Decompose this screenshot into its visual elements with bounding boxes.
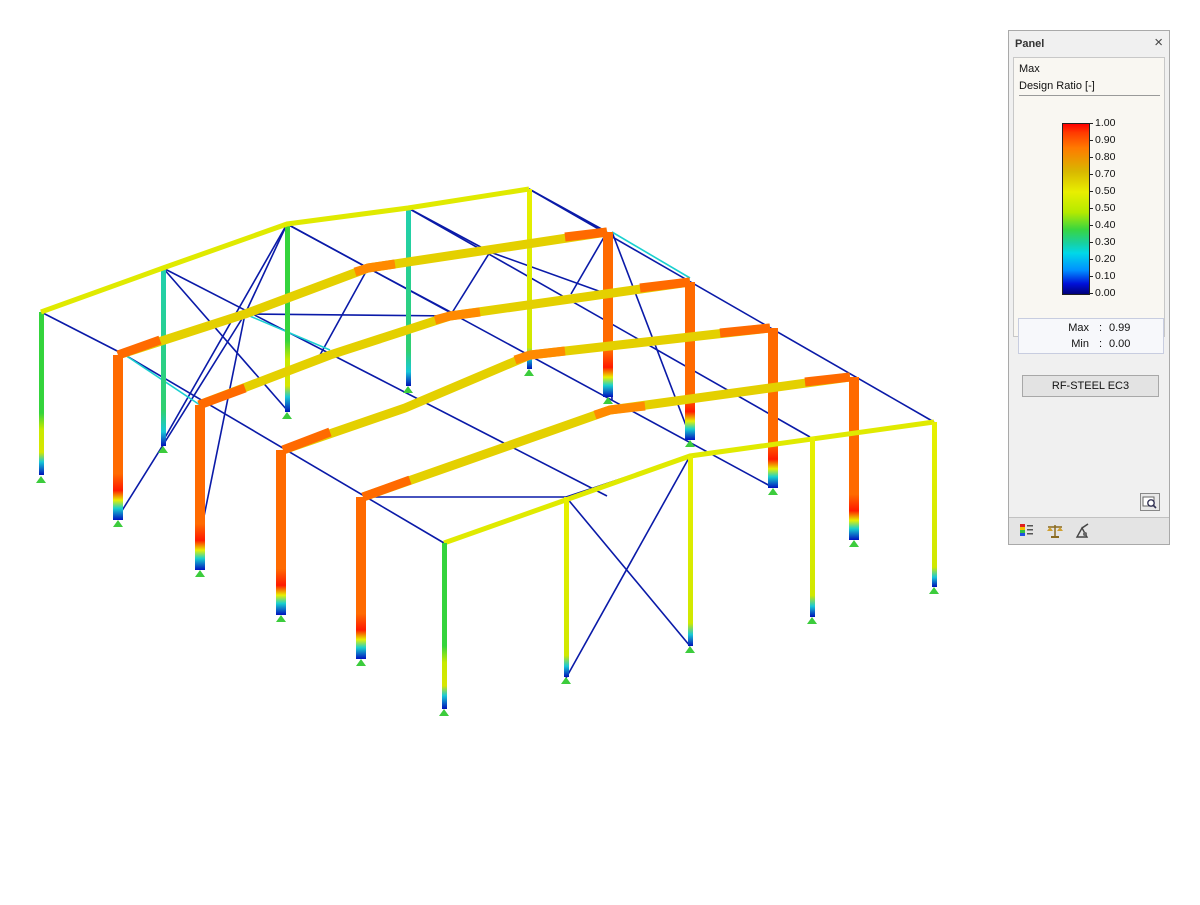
max-label: Max: [1068, 322, 1089, 334]
legend-tick-label: 0.10: [1095, 270, 1116, 282]
extremes-box: Max : 0.99 Min : 0.00: [1018, 318, 1164, 354]
view-settings-icon[interactable]: [1073, 522, 1093, 540]
legend-tick-label: 0.00: [1095, 287, 1116, 299]
support-nodes: [36, 369, 939, 716]
legend-tick-mark: [1089, 157, 1093, 158]
min-row: Min : 0.00: [1019, 338, 1163, 352]
panel-header: Panel ×: [1009, 31, 1169, 57]
legend-tick-label: 0.50: [1095, 202, 1116, 214]
panel-title: Panel: [1015, 38, 1045, 50]
panel-tabbar: [1009, 517, 1169, 544]
rear-columns: [39, 189, 532, 475]
quantity-label: Design Ratio [-]: [1019, 80, 1095, 92]
legend-tick-label: 0.90: [1095, 134, 1116, 146]
legend-tick-mark: [1089, 242, 1093, 243]
legend-tick-label: 0.30: [1095, 236, 1116, 248]
legend-tick-label: 0.20: [1095, 253, 1116, 265]
front-gable: [442, 419, 937, 709]
min-value: 0.00: [1109, 338, 1131, 350]
legend-tick-mark: [1089, 259, 1093, 260]
rf-steel-module-button[interactable]: RF-STEEL EC3: [1022, 375, 1159, 397]
close-icon[interactable]: ×: [1154, 34, 1163, 51]
legend-tick-mark: [1089, 174, 1093, 175]
legend-tick-mark: [1089, 140, 1093, 141]
steel-hall-model: [36, 186, 939, 716]
legend-tick-label: 0.80: [1095, 151, 1116, 163]
result-type-label: Max: [1019, 63, 1040, 75]
legend-tick-mark: [1089, 293, 1093, 294]
legend-tick-mark: [1089, 225, 1093, 226]
main-frames: [113, 227, 859, 659]
legend-tick-label: 1.00: [1095, 117, 1116, 129]
zoom-icon[interactable]: [1140, 493, 1160, 511]
legend-tick-mark: [1089, 276, 1093, 277]
legend-tick-mark: [1089, 123, 1093, 124]
color-scale-tab-icon[interactable]: [1017, 522, 1037, 540]
divider: [1019, 95, 1160, 96]
legend-tick-mark: [1089, 208, 1093, 209]
legend-tick-label: 0.50: [1095, 185, 1116, 197]
max-value: 0.99: [1109, 322, 1131, 334]
min-label: Min: [1071, 338, 1089, 350]
legend-tick-label: 0.70: [1095, 168, 1116, 180]
min-separator: :: [1099, 338, 1103, 350]
balance-icon[interactable]: [1045, 522, 1065, 540]
legend-tick-label: 0.40: [1095, 219, 1116, 231]
results-panel: Panel × Max Design Ratio [-] 1.00 0.90 0.8…: [1008, 30, 1170, 545]
model-3d-view[interactable]: [0, 0, 1000, 900]
max-row: Max : 0.99: [1019, 322, 1163, 336]
max-separator: :: [1099, 322, 1103, 334]
color-scale-bar: [1062, 123, 1090, 295]
legend-tick-mark: [1089, 191, 1093, 192]
legend-area: Max Design Ratio [-] 1.00 0.90 0.80 0.70 0.5…: [1013, 57, 1165, 337]
